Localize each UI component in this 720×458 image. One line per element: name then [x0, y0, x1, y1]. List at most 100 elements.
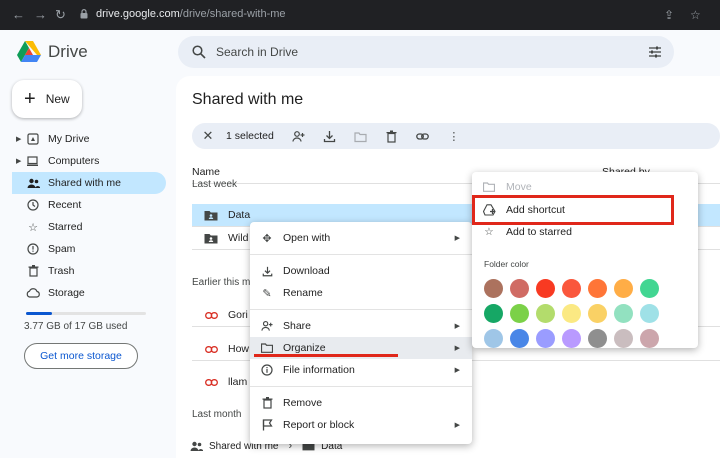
- expand-caret-icon[interactable]: ▶: [16, 135, 21, 143]
- more-actions-icon[interactable]: ⋮: [442, 126, 466, 146]
- folder-color-swatch[interactable]: [614, 329, 633, 348]
- selection-count: 1 selected: [226, 130, 274, 142]
- storage-usage-fill: [26, 312, 53, 315]
- report-flag-icon: [260, 418, 274, 432]
- sidebar-item-recent[interactable]: Recent: [0, 194, 175, 216]
- search-options-icon[interactable]: [648, 45, 662, 59]
- trash-icon: [260, 396, 274, 410]
- folder-color-swatch[interactable]: [640, 329, 659, 348]
- menu-item-remove[interactable]: Remove: [250, 392, 472, 414]
- share-person-icon[interactable]: [287, 126, 311, 146]
- bookmark-star-icon[interactable]: ☆: [690, 8, 701, 22]
- folder-open-icon: [260, 341, 274, 355]
- submenu-arrow-icon: ▶: [454, 345, 460, 352]
- sidebar-item-computers[interactable]: ▶ Computers: [0, 150, 175, 172]
- star-icon: ☆: [484, 226, 494, 238]
- column-header-name[interactable]: Name: [192, 166, 220, 178]
- search-icon: [192, 45, 206, 59]
- submenu-arrow-icon: ▶: [454, 422, 460, 429]
- folder-color-swatch[interactable]: [614, 279, 633, 298]
- reload-icon[interactable]: ↻: [55, 7, 66, 23]
- folder-color-swatch[interactable]: [640, 279, 659, 298]
- clock-icon: [26, 198, 40, 212]
- section-label-last-month: Last month: [192, 409, 242, 420]
- section-label-last-week: Last week: [192, 179, 238, 190]
- shared-folder-icon: [204, 233, 218, 244]
- browser-toolbar: ← → ↻ drive.google.com/drive/shared-with…: [0, 0, 720, 30]
- folder-color-swatch[interactable]: [640, 304, 659, 323]
- submenu-arrow-icon: ▶: [454, 367, 460, 374]
- search-input[interactable]: Search in Drive: [216, 45, 298, 59]
- new-button[interactable]: + New: [12, 80, 82, 118]
- star-icon: ☆: [28, 221, 38, 234]
- folder-color-swatch[interactable]: [536, 329, 555, 348]
- expand-caret-icon[interactable]: ▶: [16, 157, 21, 165]
- folder-color-swatch[interactable]: [588, 329, 607, 348]
- sidebar-item-spam[interactable]: Spam: [0, 238, 175, 260]
- menu-item-share[interactable]: Share ▶: [250, 315, 472, 337]
- menu-item-report-or-block[interactable]: Report or block ▶: [250, 414, 472, 436]
- menu-item-download[interactable]: Download: [250, 260, 472, 282]
- folder-color-swatch[interactable]: [484, 329, 503, 348]
- sidebar-item-starred[interactable]: ☆ Starred: [0, 216, 175, 238]
- share-person-icon: [260, 319, 274, 333]
- link-icon: [204, 311, 218, 319]
- folder-color-swatch[interactable]: [510, 329, 529, 348]
- download-icon: [260, 264, 274, 278]
- get-more-storage-button[interactable]: Get more storage: [24, 343, 138, 369]
- folder-color-swatch[interactable]: [588, 304, 607, 323]
- selection-toolbar: ✕ 1 selected ⋮: [192, 123, 720, 149]
- folder-color-swatch[interactable]: [614, 304, 633, 323]
- folder-color-label: Folder color: [484, 259, 529, 269]
- sidebar-item-shared-with-me[interactable]: Shared with me: [12, 172, 166, 194]
- folder-color-swatch[interactable]: [562, 329, 581, 348]
- folder-color-swatch[interactable]: [562, 279, 581, 298]
- sidebar-item-trash[interactable]: Trash: [0, 260, 175, 282]
- submenu-arrow-icon: ▶: [454, 323, 460, 330]
- page-title: Shared with me: [192, 91, 304, 108]
- link-icon: [204, 378, 218, 386]
- section-label-earlier-this-month: Earlier this m: [192, 277, 251, 288]
- address-bar[interactable]: drive.google.com/drive/shared-with-me: [96, 8, 286, 20]
- sidebar: ▶ My Drive ▶ Computers Shared with me Re…: [0, 128, 175, 304]
- folder-color-swatch[interactable]: [484, 279, 503, 298]
- menu-item-open-with[interactable]: ✥ Open with ▶: [250, 227, 472, 249]
- spam-icon: [26, 242, 40, 256]
- submenu-arrow-icon: ▶: [454, 235, 460, 242]
- clear-selection-icon[interactable]: ✕: [200, 128, 216, 144]
- forward-arrow-icon[interactable]: →: [34, 7, 47, 23]
- move-folder-icon[interactable]: [349, 126, 373, 146]
- folder-color-swatch[interactable]: [510, 304, 529, 323]
- menu-item-file-information[interactable]: File information ▶: [250, 359, 472, 381]
- my-drive-icon: [26, 132, 40, 146]
- info-icon: [260, 363, 274, 377]
- folder-color-swatch[interactable]: [510, 279, 529, 298]
- move-folder-icon: [482, 180, 496, 194]
- people-icon: [26, 176, 40, 190]
- folder-color-swatch[interactable]: [536, 279, 555, 298]
- folder-color-swatch[interactable]: [588, 279, 607, 298]
- sidebar-item-storage[interactable]: Storage: [0, 282, 175, 304]
- drive-logo[interactable]: Drive: [16, 40, 88, 64]
- menu-divider: [250, 254, 472, 255]
- sidebar-item-my-drive[interactable]: ▶ My Drive: [0, 128, 175, 150]
- trash-icon[interactable]: [380, 126, 404, 146]
- open-with-icon: ✥: [262, 232, 272, 245]
- app-name: Drive: [48, 42, 88, 61]
- people-icon: [190, 441, 203, 451]
- share-page-icon[interactable]: ⇪: [664, 8, 674, 22]
- computer-icon: [26, 154, 40, 168]
- back-arrow-icon[interactable]: ←: [12, 7, 25, 23]
- folder-color-swatch[interactable]: [536, 304, 555, 323]
- drive-logo-icon: [17, 41, 41, 62]
- search-bar[interactable]: Search in Drive: [178, 36, 674, 68]
- folder-color-swatch[interactable]: [484, 304, 503, 323]
- folder-color-swatch[interactable]: [562, 304, 581, 323]
- copy-link-icon[interactable]: [411, 126, 435, 146]
- menu-item-rename[interactable]: ✎ Rename: [250, 282, 472, 304]
- download-icon[interactable]: [318, 126, 342, 146]
- cloud-icon: [26, 286, 40, 300]
- storage-usage-text: 3.77 GB of 17 GB used: [24, 321, 128, 332]
- plus-icon: +: [24, 88, 36, 110]
- trash-icon: [26, 264, 40, 278]
